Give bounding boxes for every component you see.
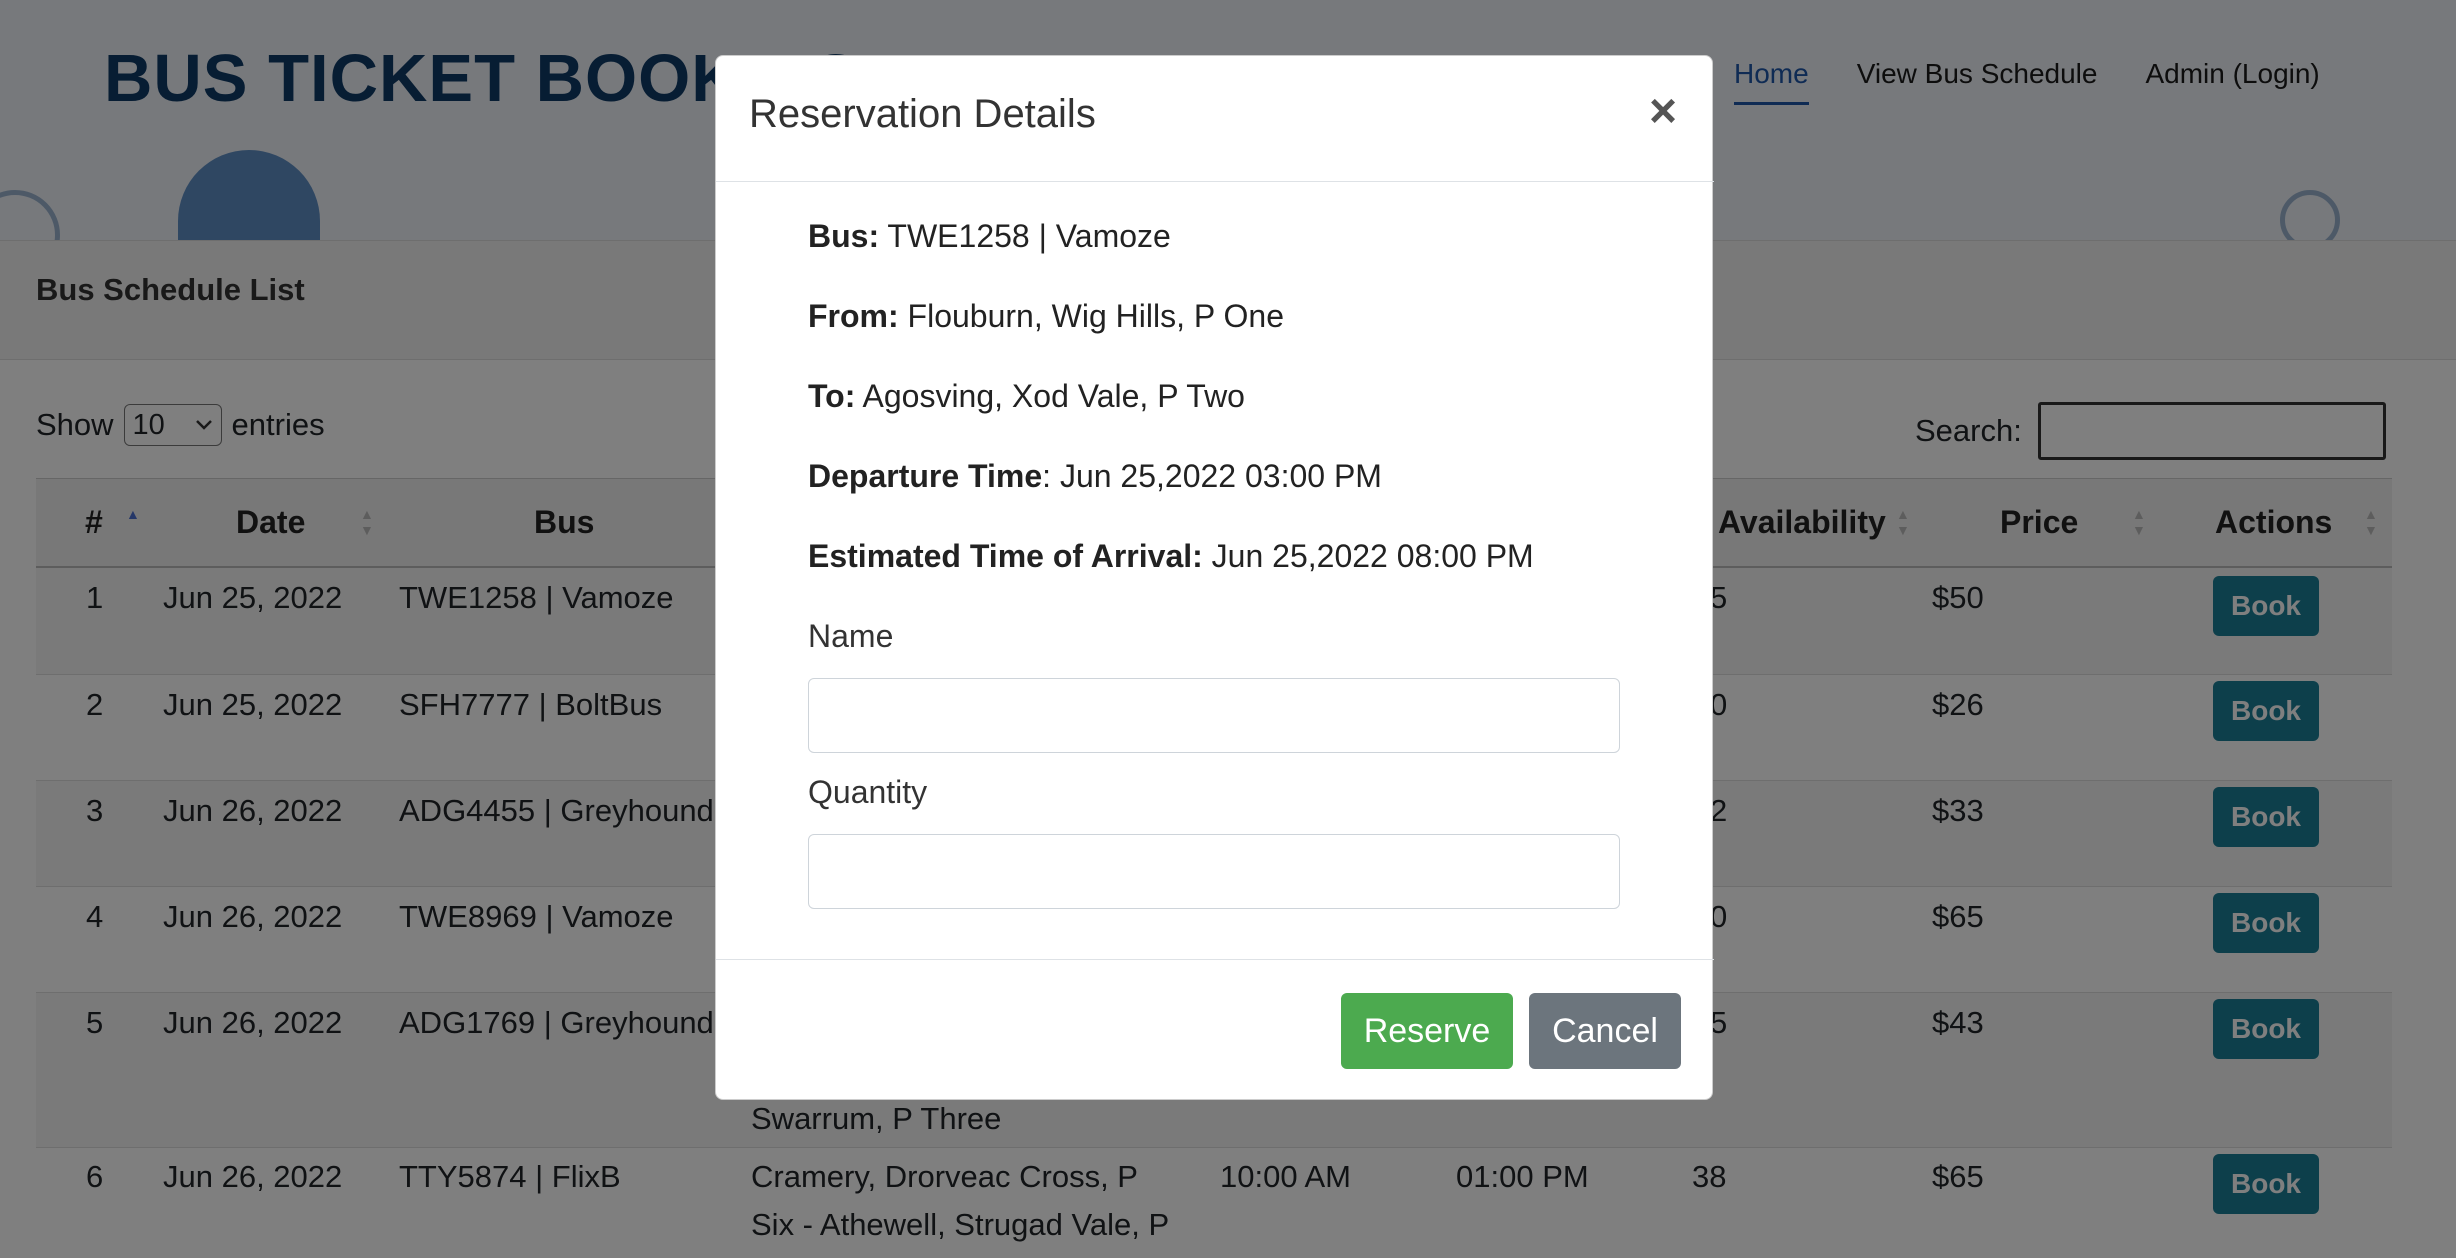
name-label: Name [808, 618, 894, 654]
detail-eta: Estimated Time of Arrival: Jun 25,2022 0… [808, 538, 1534, 575]
detail-from-label: From: [808, 298, 899, 334]
detail-departure-value: : Jun 25,2022 03:00 PM [1042, 458, 1382, 494]
name-input[interactable] [808, 678, 1620, 753]
detail-to-value: Agosving, Xod Vale, P Two [862, 378, 1245, 414]
modal-footer-divider [716, 959, 1714, 960]
detail-from: From: Flouburn, Wig Hills, P One [808, 298, 1284, 335]
detail-to-label: To: [808, 378, 856, 414]
detail-bus: Bus: TWE1258 | Vamoze [808, 218, 1171, 255]
reservation-modal: Reservation Details × Bus: TWE1258 | Vam… [715, 55, 1714, 1100]
detail-bus-value: TWE1258 | Vamoze [887, 218, 1171, 254]
detail-eta-label: Estimated Time of Arrival: [808, 538, 1203, 574]
quantity-input[interactable] [808, 834, 1620, 909]
detail-to: To: Agosving, Xod Vale, P Two [808, 378, 1245, 415]
modal-title: Reservation Details [749, 92, 1096, 136]
quantity-label: Quantity [808, 774, 928, 810]
detail-bus-label: Bus: [808, 218, 880, 254]
close-icon[interactable]: × [1649, 88, 1677, 136]
detail-eta-value: Jun 25,2022 08:00 PM [1211, 538, 1534, 574]
reserve-button[interactable]: Reserve [1341, 993, 1513, 1069]
cancel-button[interactable]: Cancel [1529, 993, 1681, 1069]
detail-departure-label: Departure Time [808, 458, 1043, 494]
detail-from-value: Flouburn, Wig Hills, P One [907, 298, 1284, 334]
detail-departure: Departure Time: Jun 25,2022 03:00 PM [808, 458, 1382, 495]
modal-header: Reservation Details × [716, 56, 1714, 182]
